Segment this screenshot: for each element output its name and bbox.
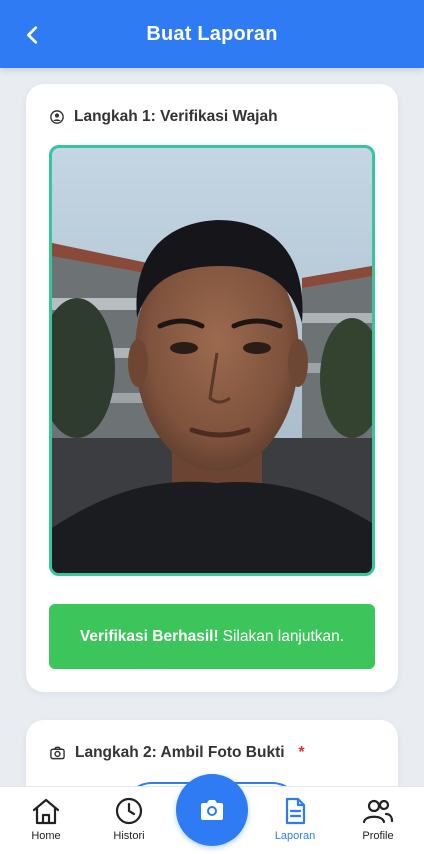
app-header: Buat Laporan [0,0,424,68]
document-icon [285,797,306,825]
nav-home-label: Home [31,830,61,842]
page-title: Buat Laporan [146,22,278,45]
nav-home[interactable]: Home [11,797,81,842]
camera-icon [50,746,65,760]
verification-success-banner: Verifikasi Berhasil! Silakan lanjutkan. [49,604,375,669]
camera-icon [201,800,223,820]
success-bold-text: Verifikasi Berhasil! [79,627,219,645]
home-icon [32,798,60,825]
nav-histori[interactable]: Histori [94,797,164,842]
selfie-image [52,148,372,573]
required-marker: * [298,744,305,761]
nav-laporan[interactable]: Laporan [260,797,330,842]
success-text: Silakan lanjutkan. [222,627,345,645]
clock-icon [115,797,143,825]
user-circle-icon [50,110,64,124]
nav-profile[interactable]: Profile [343,797,413,842]
step2-title: Langkah 2: Ambil Foto Bukti [75,744,285,761]
step1-title: Langkah 1: Verifikasi Wajah [74,108,278,125]
face-verification-card: Langkah 1: Verifikasi Wajah Verifikasi B… [26,84,398,692]
nav-profile-label: Profile [362,830,394,842]
chevron-left-icon [27,26,38,44]
camera-fab-button[interactable] [176,774,248,846]
nav-laporan-label: Laporan [274,830,316,842]
selfie-photo [49,145,375,576]
step2-heading: Langkah 2: Ambil Foto Bukti * [50,744,305,762]
users-icon [362,799,394,824]
step1-heading: Langkah 1: Verifikasi Wajah [50,108,278,126]
nav-histori-label: Histori [113,830,145,842]
back-button[interactable] [18,20,48,50]
